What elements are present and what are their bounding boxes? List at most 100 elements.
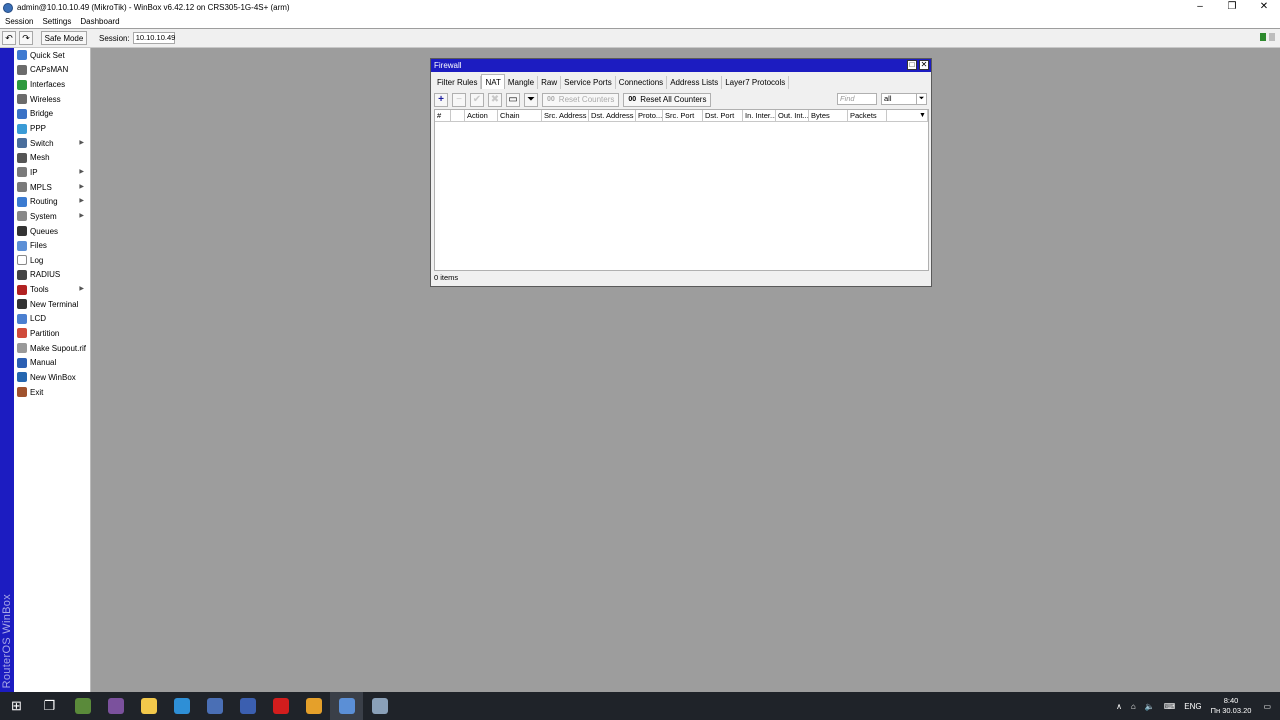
status-dim-icon	[1269, 33, 1275, 41]
column-header-src-address[interactable]: Src. Address	[542, 110, 589, 121]
tab-service-ports[interactable]: Service Ports	[561, 76, 616, 89]
column-header-flag[interactable]	[451, 110, 465, 121]
notification-icon[interactable]: ▭	[1263, 702, 1271, 711]
tab-mangle[interactable]: Mangle	[505, 76, 539, 89]
sidebar-item-new-winbox[interactable]: New WinBox	[14, 370, 90, 385]
remove-button[interactable]: −	[452, 92, 466, 107]
menu-session[interactable]: Session	[5, 17, 33, 26]
firewall-title-bar[interactable]: Firewall □ ✕	[431, 59, 931, 72]
sidebar-item-ppp[interactable]: PPP	[14, 121, 90, 136]
column-header-in-inter-[interactable]: In. Inter...	[743, 110, 776, 121]
nature-app-button[interactable]	[66, 692, 99, 720]
column-header-dst-address[interactable]: Dst. Address	[589, 110, 636, 121]
clock[interactable]: 8:40 Пн 30.03.20	[1211, 696, 1252, 716]
tab-raw[interactable]: Raw	[538, 76, 562, 89]
column-header-src-port[interactable]: Src. Port	[663, 110, 703, 121]
column-header-out-int-[interactable]: Out. Int...	[776, 110, 809, 121]
sidebar-item-make-supout-rif[interactable]: Make Supout.rif	[14, 341, 90, 356]
generic-app-button[interactable]	[363, 692, 396, 720]
edge-icon	[173, 698, 190, 714]
opera-button[interactable]	[264, 692, 297, 720]
sidebar-item-radius[interactable]: RADIUS	[14, 268, 90, 283]
viber-button[interactable]	[99, 692, 132, 720]
sidebar-item-files[interactable]: Files	[14, 238, 90, 253]
sidebar-item-quick-set[interactable]: Quick Set	[14, 48, 90, 63]
sidebar-item-label: Log	[30, 255, 44, 265]
sidebar-item-tools[interactable]: Tools ▶	[14, 282, 90, 297]
sidebar-item-log[interactable]: Log	[14, 253, 90, 268]
tab-layer7-protocols[interactable]: Layer7 Protocols	[722, 76, 790, 89]
sidebar-item-switch[interactable]: Switch ▶	[14, 136, 90, 151]
generic-app-icon	[371, 698, 388, 714]
start-button[interactable]: ⊞	[0, 692, 33, 720]
safe-mode-button[interactable]: Safe Mode	[41, 31, 87, 45]
add-button[interactable]: +	[434, 92, 448, 107]
counter-icon: 00	[547, 96, 555, 103]
keyboard-icon[interactable]: ⌨	[1164, 702, 1176, 711]
edge-button[interactable]	[165, 692, 198, 720]
undo-button[interactable]: ↶	[2, 31, 16, 45]
column-header-action[interactable]: Action	[465, 110, 498, 121]
tray-chevron-icon[interactable]: ∧	[1116, 702, 1122, 711]
sidebar-item-label: Routing	[30, 197, 58, 207]
column-header-dst-port[interactable]: Dst. Port	[703, 110, 743, 121]
session-field[interactable]: 10.10.10.49	[132, 32, 175, 44]
sidebar-item-capsman[interactable]: CAPsMAN	[14, 63, 90, 78]
winbox-taskbar-button[interactable]	[330, 692, 363, 720]
sidebar-item-manual[interactable]: Manual	[14, 355, 90, 370]
sidebar-item-system[interactable]: System ▶	[14, 209, 90, 224]
column-header-proto-[interactable]: Proto...	[636, 110, 663, 121]
sidebar-item-mesh[interactable]: Mesh	[14, 150, 90, 165]
sidebar-item-wireless[interactable]: Wireless	[14, 92, 90, 107]
enable-button[interactable]: ✔	[470, 92, 484, 107]
clock-date: Пн 30.03.20	[1210, 706, 1252, 715]
tab-connections[interactable]: Connections	[616, 76, 668, 89]
security-tool-button[interactable]	[231, 692, 264, 720]
sidebar-item-new-terminal[interactable]: New Terminal	[14, 297, 90, 312]
sidebar-item-label: Wireless	[30, 94, 61, 104]
sidebar-item-ip[interactable]: IP ▶	[14, 165, 90, 180]
sidebar-item-exit[interactable]: Exit	[14, 385, 90, 400]
task-view-button[interactable]: ❐	[33, 692, 66, 720]
sidebar-item-partition[interactable]: Partition	[14, 326, 90, 341]
filter-select[interactable]: all ⏷	[881, 93, 927, 105]
comment-button[interactable]: ▭	[506, 92, 520, 107]
file-explorer-button[interactable]	[132, 692, 165, 720]
windows-icon: ⊞	[11, 698, 22, 713]
firewall-close-button[interactable]: ✕	[919, 60, 929, 70]
reset-all-counters-button[interactable]: 00 Reset All Counters	[623, 92, 712, 107]
reset-counters-button[interactable]: 00 Reset Counters	[542, 92, 620, 107]
column-menu-icon[interactable]: ▼	[916, 110, 928, 121]
minimize-button[interactable]: –	[1184, 0, 1216, 15]
firewall-maximize-button[interactable]: □	[907, 60, 917, 70]
sidebar-item-queues[interactable]: Queues	[14, 224, 90, 239]
disable-button[interactable]: ✖	[488, 92, 502, 107]
network-tool-button[interactable]	[198, 692, 231, 720]
submenu-arrow-icon: ▶	[79, 183, 84, 190]
terminal-icon	[17, 299, 27, 310]
close-button[interactable]: ✕	[1248, 0, 1280, 15]
sidebar-item-bridge[interactable]: Bridge	[14, 107, 90, 122]
menu-settings[interactable]: Settings	[42, 17, 71, 26]
column-header-packets[interactable]: Packets	[848, 110, 887, 121]
sidebar-item-lcd[interactable]: LCD	[14, 312, 90, 327]
sidebar-item-mpls[interactable]: MPLS ▶	[14, 180, 90, 195]
column-header-chain[interactable]: Chain	[498, 110, 542, 121]
tab-filter-rules[interactable]: Filter Rules	[434, 76, 482, 89]
sidebar-item-routing[interactable]: Routing ▶	[14, 194, 90, 209]
tab-nat[interactable]: NAT	[481, 74, 505, 89]
menu-dashboard[interactable]: Dashboard	[80, 17, 119, 26]
column-header--[interactable]: #	[435, 110, 451, 121]
tab-address-lists[interactable]: Address Lists	[667, 76, 723, 89]
chrome-button[interactable]	[297, 692, 330, 720]
capsman-icon	[17, 64, 27, 75]
redo-button[interactable]: ↷	[19, 31, 33, 45]
find-input[interactable]: Find	[837, 93, 877, 105]
column-header-bytes[interactable]: Bytes	[809, 110, 848, 121]
network-icon[interactable]: ⌂	[1131, 702, 1136, 711]
volume-icon[interactable]: 🔈	[1145, 702, 1155, 711]
sidebar-item-interfaces[interactable]: Interfaces	[14, 77, 90, 92]
restore-button[interactable]: ❐	[1216, 0, 1248, 15]
language-indicator[interactable]: ENG	[1184, 702, 1201, 711]
filter-button[interactable]: ⏷	[524, 92, 538, 107]
